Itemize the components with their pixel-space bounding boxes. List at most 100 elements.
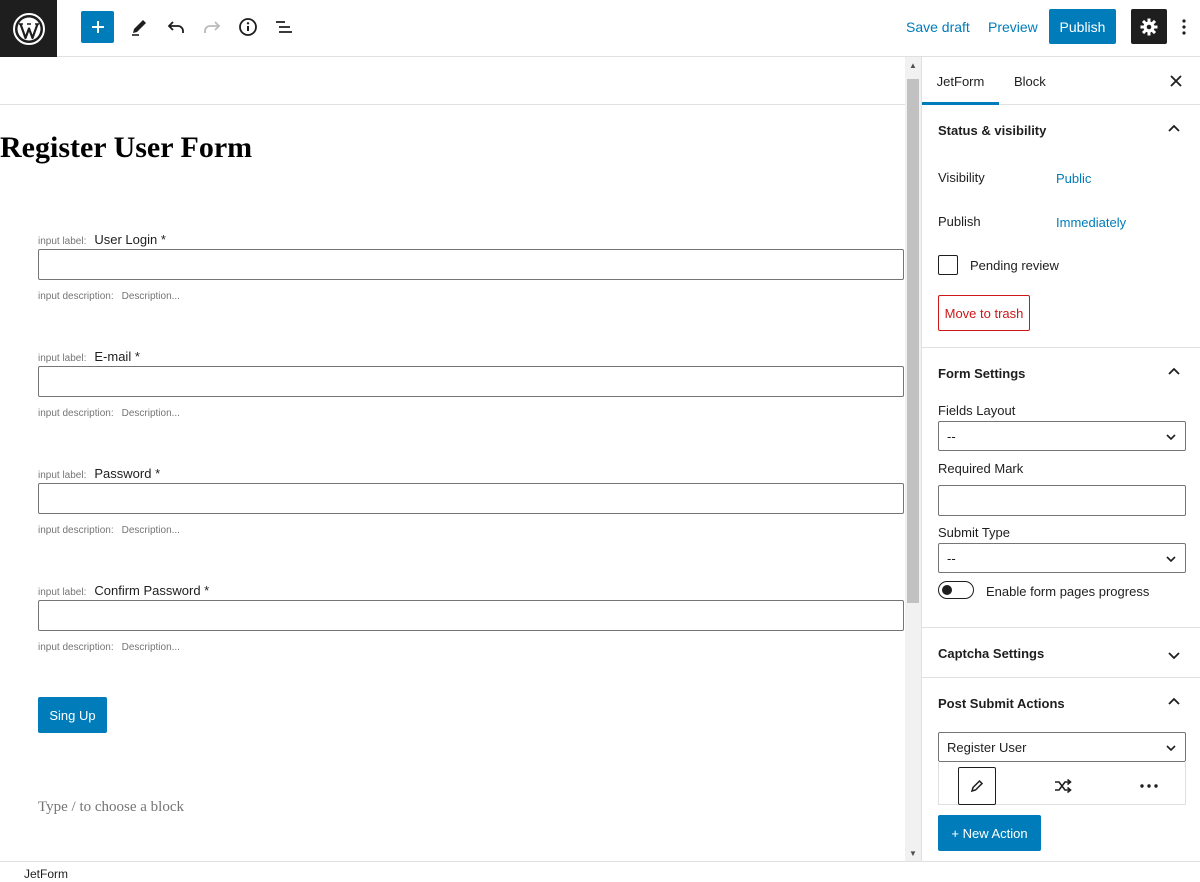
breadcrumb[interactable]: JetForm bbox=[24, 867, 68, 881]
form-field-confirm-password[interactable]: input label: Confirm Password * input de… bbox=[38, 583, 904, 653]
settings-button[interactable] bbox=[1131, 9, 1167, 44]
captcha-settings-panel-toggle[interactable]: Captcha Settings bbox=[938, 646, 1044, 661]
field-label[interactable]: Confirm Password * bbox=[94, 583, 209, 598]
confirm-password-input[interactable] bbox=[38, 600, 904, 631]
scroll-down-arrow-icon[interactable]: ▼ bbox=[905, 845, 921, 861]
gear-icon bbox=[1140, 18, 1158, 35]
publish-label: Publish bbox=[938, 214, 981, 229]
form-field-email[interactable]: input label: E-mail * input description:… bbox=[38, 349, 904, 419]
visibility-toggle[interactable]: Public bbox=[1056, 171, 1091, 186]
password-input[interactable] bbox=[38, 483, 904, 514]
scroll-up-arrow-icon[interactable]: ▲ bbox=[905, 57, 921, 73]
options-button[interactable] bbox=[1174, 14, 1194, 40]
form-pages-progress-toggle[interactable] bbox=[938, 581, 974, 599]
status-visibility-panel-toggle[interactable]: Status & visibility bbox=[938, 123, 1046, 138]
form-field-user-login[interactable]: input label: User Login * input descript… bbox=[38, 232, 904, 302]
divider bbox=[922, 627, 1200, 628]
field-label[interactable]: User Login * bbox=[94, 232, 166, 247]
page-title[interactable]: Register User Form bbox=[0, 131, 252, 165]
pending-review-checkbox[interactable] bbox=[938, 255, 958, 275]
preview-button[interactable]: Preview bbox=[988, 19, 1038, 35]
form-pages-progress-label[interactable]: Enable form pages progress bbox=[986, 584, 1149, 599]
publish-date-toggle[interactable]: Immediately bbox=[1056, 215, 1126, 230]
submit-type-select[interactable]: -- bbox=[938, 543, 1186, 573]
pending-review-label[interactable]: Pending review bbox=[970, 258, 1059, 273]
plus-icon bbox=[91, 21, 104, 33]
close-icon bbox=[1170, 75, 1182, 87]
block-appender[interactable]: Type / to choose a block bbox=[38, 799, 184, 816]
chevron-down-icon[interactable] bbox=[1166, 647, 1182, 663]
new-action-button[interactable]: + New Action bbox=[938, 815, 1041, 851]
move-to-trash-button[interactable]: Move to trash bbox=[938, 295, 1030, 331]
redo-icon bbox=[204, 21, 221, 33]
list-view-button[interactable] bbox=[267, 11, 301, 43]
undo-icon bbox=[167, 21, 184, 33]
submit-type-value: -- bbox=[947, 550, 956, 566]
input-label-meta: input label: bbox=[38, 470, 87, 481]
info-icon bbox=[239, 18, 257, 36]
chevron-up-icon[interactable] bbox=[1166, 364, 1182, 380]
settings-sidebar: JetForm Block Status & visibility Visibi… bbox=[921, 57, 1200, 861]
scroll-thumb[interactable] bbox=[907, 79, 919, 603]
chevron-up-icon[interactable] bbox=[1166, 121, 1182, 137]
fields-layout-label: Fields Layout bbox=[938, 403, 1016, 418]
redo-button[interactable] bbox=[195, 11, 229, 43]
tools-button[interactable] bbox=[122, 11, 156, 43]
add-block-button[interactable] bbox=[81, 11, 114, 43]
action-toolbar bbox=[938, 761, 1186, 805]
conditions-button[interactable] bbox=[1044, 767, 1082, 805]
divider bbox=[922, 347, 1200, 348]
block-breadcrumb-bar: JetForm bbox=[0, 861, 1200, 882]
shuffle-icon bbox=[1055, 779, 1072, 793]
fields-layout-select[interactable]: -- bbox=[938, 421, 1186, 451]
chevron-up-icon[interactable] bbox=[1166, 694, 1182, 710]
editor-canvas: Register User Form input label: User Log… bbox=[0, 57, 905, 861]
save-draft-button[interactable]: Save draft bbox=[906, 19, 970, 35]
email-input[interactable] bbox=[38, 366, 904, 397]
input-label-meta: input label: bbox=[38, 587, 87, 598]
more-actions-button[interactable] bbox=[1130, 767, 1168, 805]
wordpress-logo-icon[interactable] bbox=[0, 0, 57, 57]
fields-layout-value: -- bbox=[947, 428, 956, 444]
divider bbox=[922, 677, 1200, 678]
form-field-password[interactable]: input label: Password * input descriptio… bbox=[38, 466, 904, 536]
required-mark-label: Required Mark bbox=[938, 461, 1024, 476]
user-login-input[interactable] bbox=[38, 249, 904, 280]
action-type-select[interactable]: Register User bbox=[938, 732, 1186, 762]
list-view-icon bbox=[276, 21, 292, 33]
edit-action-button[interactable] bbox=[958, 767, 996, 805]
field-label[interactable]: E-mail * bbox=[94, 349, 140, 364]
chevron-down-icon bbox=[1166, 434, 1176, 441]
editor-toolbar: Save draft Preview Publish bbox=[0, 0, 1200, 57]
editor-scrollbar[interactable]: ▲ ▼ bbox=[905, 57, 921, 861]
field-description[interactable]: Description... bbox=[122, 525, 180, 536]
visibility-label: Visibility bbox=[938, 170, 985, 185]
more-horizontal-icon bbox=[1140, 784, 1158, 788]
sidebar-tabs: JetForm Block bbox=[922, 57, 1200, 105]
action-type-value: Register User bbox=[947, 739, 1027, 755]
undo-button[interactable] bbox=[159, 11, 193, 43]
form-settings-panel-toggle[interactable]: Form Settings bbox=[938, 366, 1025, 381]
input-label-meta: input label: bbox=[38, 236, 87, 247]
close-sidebar-button[interactable] bbox=[1166, 71, 1186, 91]
divider bbox=[0, 104, 905, 105]
input-description-meta: input description: bbox=[38, 291, 114, 302]
sign-up-button[interactable]: Sing Up bbox=[38, 697, 107, 733]
tab-jetform[interactable]: JetForm bbox=[922, 57, 999, 105]
field-description[interactable]: Description... bbox=[122, 642, 180, 653]
field-description[interactable]: Description... bbox=[122, 408, 180, 419]
input-description-meta: input description: bbox=[38, 642, 114, 653]
more-vertical-icon bbox=[1182, 19, 1186, 35]
submit-type-label: Submit Type bbox=[938, 525, 1011, 540]
required-mark-input[interactable] bbox=[938, 485, 1186, 516]
post-submit-actions-panel-toggle[interactable]: Post Submit Actions bbox=[938, 696, 1065, 711]
input-description-meta: input description: bbox=[38, 525, 114, 536]
input-label-meta: input label: bbox=[38, 353, 87, 364]
details-button[interactable] bbox=[231, 11, 265, 43]
field-label[interactable]: Password * bbox=[94, 466, 160, 481]
pencil-icon bbox=[132, 20, 146, 36]
publish-button[interactable]: Publish bbox=[1049, 9, 1116, 44]
field-description[interactable]: Description... bbox=[122, 291, 180, 302]
chevron-down-icon bbox=[1166, 556, 1176, 563]
tab-block[interactable]: Block bbox=[1014, 57, 1046, 105]
